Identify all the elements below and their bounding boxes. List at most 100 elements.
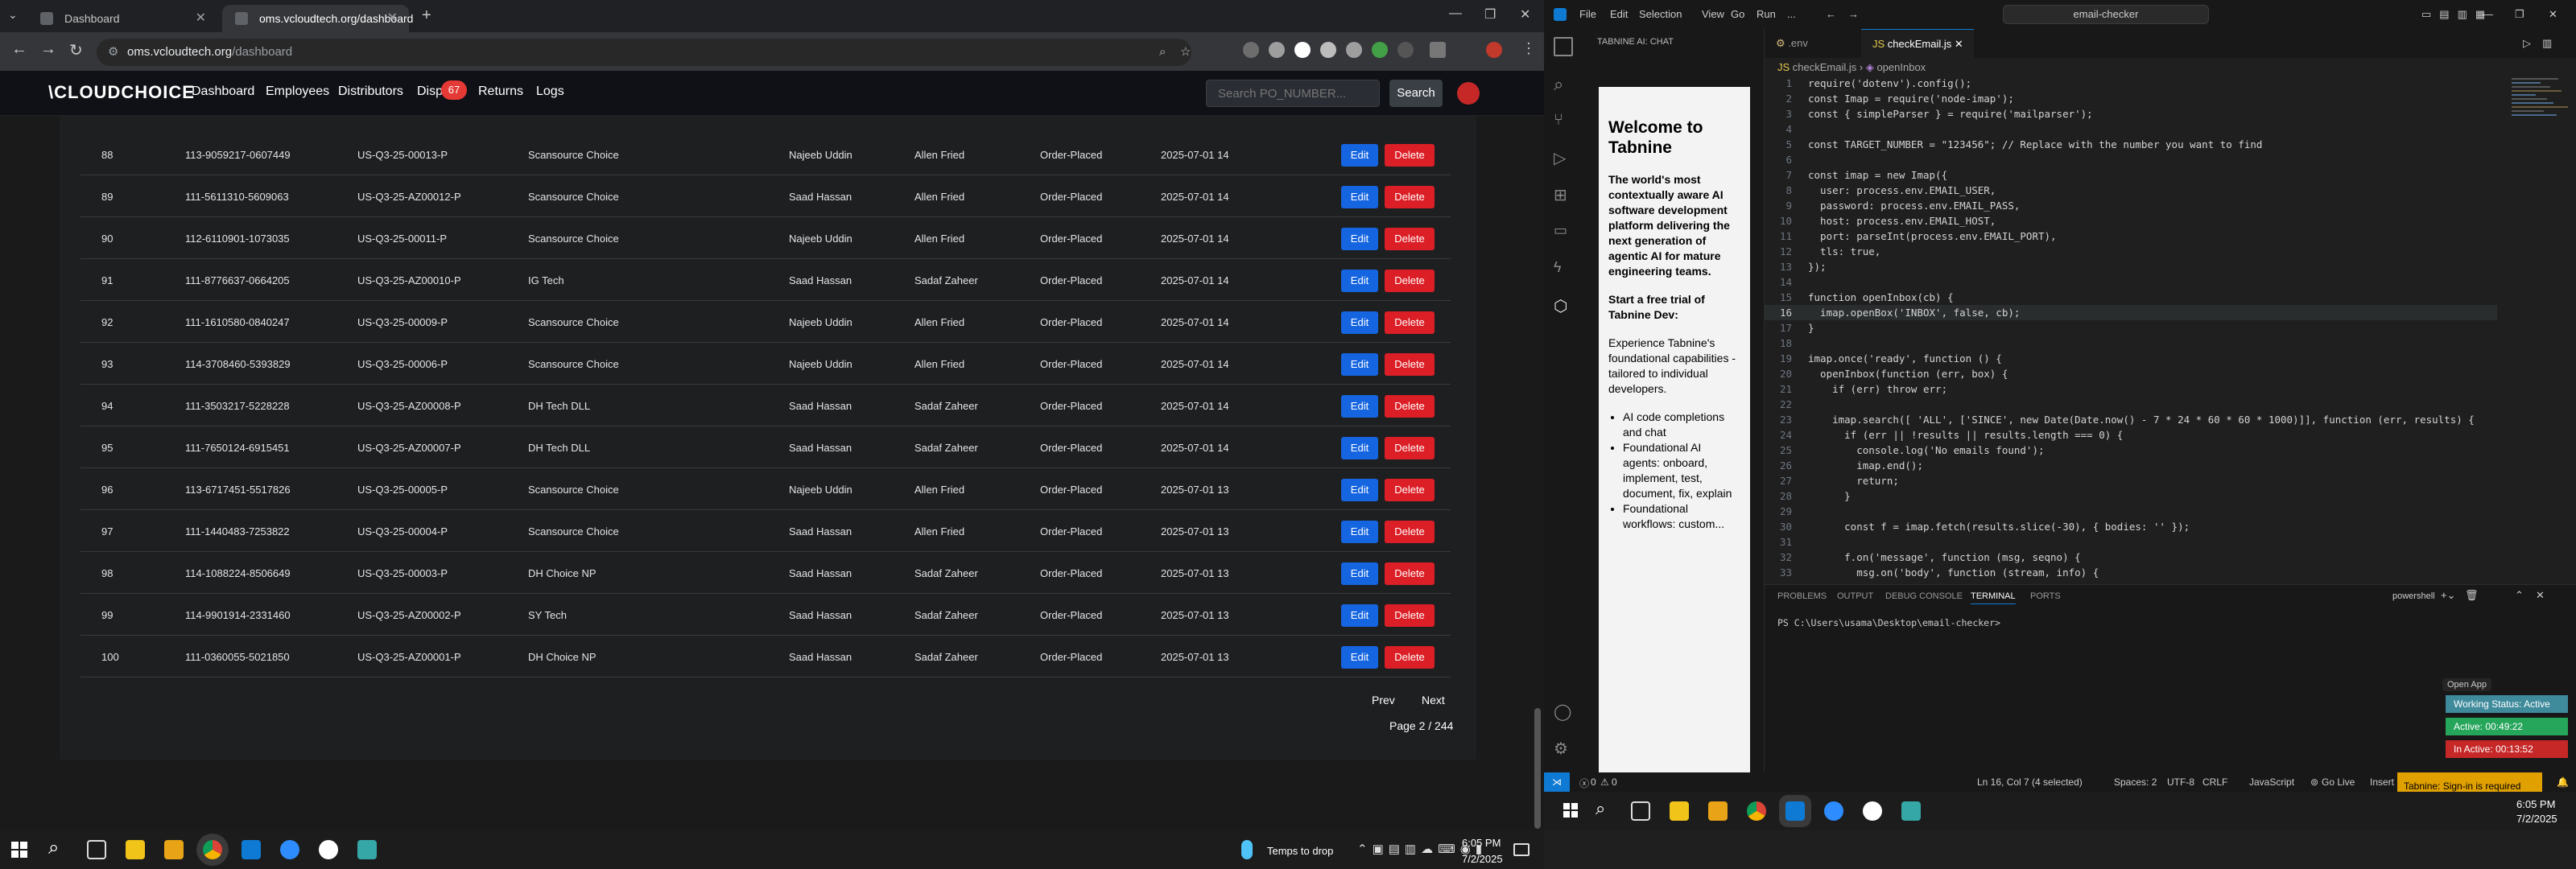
panel-tab-problems[interactable]: PROBLEMS: [1777, 591, 1827, 601]
extension-icon[interactable]: [1320, 42, 1336, 58]
go-live-icon[interactable]: ⊚: [2310, 776, 2318, 788]
weather-text[interactable]: Temps to drop: [1267, 845, 1333, 857]
browser-tab-dashboard[interactable]: Dashboard ✕: [27, 5, 217, 32]
next-page-link[interactable]: Next: [1422, 694, 1445, 706]
user-avatar[interactable]: [1457, 82, 1480, 105]
search-icon[interactable]: ⌕: [48, 837, 59, 859]
app-teal-icon[interactable]: [357, 840, 377, 859]
browser-tab-active[interactable]: oms.vcloudtech.org/dashboard ✕: [222, 5, 413, 32]
panel-close-icon[interactable]: ✕: [2536, 589, 2545, 602]
minimap[interactable]: [2512, 76, 2576, 212]
search-button[interactable]: Search: [1389, 80, 1443, 107]
bookmark-star-icon[interactable]: ☆: [1180, 39, 1191, 66]
file-explorer-icon[interactable]: [1670, 801, 1689, 821]
edit-button[interactable]: Edit: [1341, 521, 1378, 543]
nav-employees[interactable]: Employees: [266, 84, 329, 99]
vscode-icon[interactable]: [1785, 801, 1805, 821]
tabnine-status[interactable]: Tabnine: Sign-in is required: [2397, 772, 2542, 792]
edit-button[interactable]: Edit: [1341, 646, 1378, 669]
clock-time[interactable]: 6:05 PM: [2516, 798, 2555, 810]
panel-tab-debug[interactable]: DEBUG CONSOLE: [1885, 591, 1963, 601]
edit-button[interactable]: Edit: [1341, 437, 1378, 459]
errors-icon[interactable]: ⓧ: [1579, 776, 1589, 790]
zoom-app-icon[interactable]: [280, 840, 299, 859]
edit-button[interactable]: Edit: [1341, 228, 1378, 250]
errors-count[interactable]: 0: [1591, 776, 1596, 788]
site-info-icon[interactable]: ⚙: [108, 39, 118, 66]
run-icon[interactable]: ▷: [2523, 37, 2531, 50]
clock-date[interactable]: 7/2/2025: [1462, 853, 1503, 865]
delete-button[interactable]: Delete: [1385, 186, 1435, 208]
chrome-icon[interactable]: [203, 840, 222, 859]
delete-button[interactable]: Delete: [1385, 521, 1435, 543]
new-tab-icon[interactable]: +: [422, 6, 431, 25]
edit-button[interactable]: Edit: [1341, 186, 1378, 208]
command-center[interactable]: email-checker: [2003, 5, 2209, 24]
edit-button[interactable]: Edit: [1341, 562, 1378, 585]
close-tab-icon[interactable]: ✕: [387, 5, 398, 32]
delete-button[interactable]: Delete: [1385, 562, 1435, 585]
panel-maximize-icon[interactable]: ⌃: [2515, 589, 2524, 602]
edit-button[interactable]: Edit: [1341, 144, 1378, 167]
insert-mode[interactable]: Insert: [2370, 776, 2394, 788]
code-view[interactable]: 1 require('dotenv').config(); 2 const Imap …: [1765, 76, 2497, 580]
working-status[interactable]: Working Status: Active: [2446, 695, 2568, 713]
task-view-icon[interactable]: [87, 840, 106, 859]
clock-date[interactable]: 7/2/2025: [2516, 813, 2557, 825]
close-tab-icon[interactable]: ✕: [196, 5, 206, 32]
store-icon[interactable]: [1708, 801, 1728, 821]
edit-button[interactable]: Edit: [1341, 353, 1378, 376]
delete-button[interactable]: Delete: [1385, 604, 1435, 627]
edit-button[interactable]: Edit: [1341, 395, 1378, 418]
live-server-icon[interactable]: ϟ: [1554, 259, 1573, 278]
menu-selection[interactable]: Selection: [1639, 8, 1682, 20]
nav-logs[interactable]: Logs: [536, 84, 564, 99]
language-mode[interactable]: JavaScript: [2249, 776, 2294, 788]
chrome-menu-icon[interactable]: ⋮: [1521, 40, 1536, 57]
delete-button[interactable]: Delete: [1385, 311, 1435, 334]
nav-dashboard[interactable]: Dashboard: [192, 84, 254, 99]
chrome-icon[interactable]: [1747, 801, 1766, 821]
windows-start-icon[interactable]: [1563, 803, 1578, 818]
remote-explorer-icon[interactable]: ▭: [1554, 222, 1573, 241]
panel-tab-output[interactable]: OUTPUT: [1837, 591, 1873, 601]
delete-button[interactable]: Delete: [1385, 353, 1435, 376]
po-search-input[interactable]: [1206, 80, 1380, 107]
maximize-icon[interactable]: ❐: [2515, 8, 2524, 21]
split-editor-icon[interactable]: ▥: [2542, 37, 2552, 50]
zoom-app-icon[interactable]: [1824, 801, 1843, 821]
close-tab-icon[interactable]: ✕: [1951, 38, 1963, 50]
delete-button[interactable]: Delete: [1385, 479, 1435, 501]
indentation[interactable]: Spaces: 2: [2114, 776, 2157, 788]
encoding[interactable]: UTF-8: [2167, 776, 2194, 788]
warnings-icon[interactable]: ⚠: [1600, 776, 1609, 788]
line-endings[interactable]: CRLF: [2202, 776, 2227, 788]
app-circle-icon[interactable]: [319, 840, 338, 859]
reload-icon[interactable]: ↻: [69, 40, 83, 60]
menu-run[interactable]: Run: [1757, 8, 1776, 20]
extension-icon[interactable]: [1372, 42, 1388, 58]
file-explorer-icon[interactable]: [126, 840, 145, 859]
search-icon[interactable]: ⌕: [1554, 74, 1573, 94]
nav-forward-icon[interactable]: →: [1848, 8, 1859, 20]
cloudchoice-logo[interactable]: \CLOUDCHOICE: [48, 82, 195, 103]
tab-search-icon[interactable]: ⌄: [8, 8, 18, 22]
panel-tab-terminal[interactable]: TERMINAL: [1971, 591, 2016, 604]
warnings-count[interactable]: 0: [1612, 776, 1617, 788]
run-debug-icon[interactable]: ▷: [1554, 148, 1573, 167]
profile-avatar-icon[interactable]: [1486, 42, 1502, 58]
extension-icon[interactable]: [1269, 42, 1285, 58]
breadcrumb-symbol[interactable]: openInbox: [1876, 61, 1926, 73]
kill-terminal-icon[interactable]: 🗑: [2465, 589, 2479, 602]
panel-tab-ports[interactable]: PORTS: [2030, 591, 2061, 601]
delete-button[interactable]: Delete: [1385, 395, 1435, 418]
notification-icon[interactable]: [1513, 843, 1530, 856]
menu-view[interactable]: View: [1702, 8, 1724, 20]
nav-returns[interactable]: Returns: [478, 84, 523, 99]
menu-go[interactable]: Go: [1731, 8, 1744, 20]
menu-more[interactable]: ...: [1787, 8, 1796, 20]
edit-button[interactable]: Edit: [1341, 479, 1378, 501]
delete-button[interactable]: Delete: [1385, 144, 1435, 167]
app-circle-icon[interactable]: [1863, 801, 1882, 821]
source-control-icon[interactable]: ⑂: [1554, 111, 1573, 130]
